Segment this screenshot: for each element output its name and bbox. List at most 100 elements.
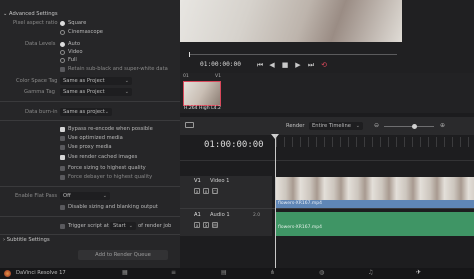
disable-sizing-label: Disable sizing and blanking output <box>68 204 158 210</box>
clip-thumbnail[interactable] <box>183 81 221 106</box>
clip-number: 01 <box>183 74 189 79</box>
timeline-ruler[interactable] <box>276 137 474 147</box>
render-label: Render <box>286 123 305 129</box>
color-space-tag-label: Color Space Tag <box>16 78 58 84</box>
zoom-out-icon[interactable]: ⊖ <box>374 123 379 129</box>
cinemascope-option-label: Cinemascope <box>68 29 103 35</box>
track-lock-button[interactable]: o <box>203 188 209 194</box>
force-sizing-checkbox[interactable] <box>60 166 65 171</box>
zoom-slider-handle[interactable] <box>412 124 417 129</box>
force-debayer-checkbox[interactable] <box>60 175 65 180</box>
clip-codec-label: H.264 High L4.2 <box>184 106 221 111</box>
play-icon[interactable]: ▶ <box>294 62 302 69</box>
app-name: DaVinci Resolve 17 <box>16 270 66 276</box>
video-radio[interactable] <box>60 50 65 55</box>
force-debayer-label: Force debayer to highest quality <box>68 174 153 180</box>
audio-clip-name: flowers-XR167.mp4 <box>278 225 322 230</box>
timeline-view-icon[interactable] <box>185 122 194 128</box>
solo-button[interactable]: S <box>203 222 209 228</box>
divider <box>0 234 180 235</box>
viewer-frame-image <box>180 0 402 42</box>
playhead-line[interactable] <box>275 134 276 268</box>
video-clip-name: flowers-XR167.mp4 <box>278 201 322 206</box>
chevron-down-icon: ⌄ <box>124 89 129 95</box>
data-levels-label: Data Levels <box>25 41 56 47</box>
data-burn-in-label: Data burn-in <box>25 109 58 115</box>
advanced-settings-header[interactable]: ⌄ Advanced Settings <box>3 11 58 17</box>
gamma-tag-label: Gamma Tag <box>24 89 55 95</box>
cut-page-icon[interactable]: ≡ <box>171 270 176 276</box>
chevron-down-icon: ⌄ <box>128 223 133 229</box>
track-visibility-button[interactable]: □ <box>212 188 218 194</box>
trigger-script-checkbox[interactable] <box>60 224 65 229</box>
zoom-in-icon[interactable]: ⊕ <box>440 123 445 129</box>
use-render-cached-label: Use render cached images <box>68 154 138 160</box>
video-option-label: Video <box>68 49 83 55</box>
video-clip-thumbnails[interactable] <box>276 177 474 200</box>
audio-auto-select-button[interactable]: a <box>194 222 200 228</box>
page-navigation-bar <box>0 268 474 279</box>
zoom-slider[interactable] <box>384 126 434 127</box>
color-space-tag-dropdown[interactable]: Same as Project ⌄ <box>60 77 132 85</box>
chevron-down-icon: ⌄ <box>104 109 109 115</box>
full-radio[interactable] <box>60 58 65 63</box>
retain-checkbox-label: Retain sub-black and super-white data <box>68 66 168 72</box>
fairlight-page-icon[interactable]: ♫ <box>368 270 373 276</box>
auto-track-select-button[interactable]: a <box>194 188 200 194</box>
chevron-down-icon: ⌄ <box>355 123 360 129</box>
timeline-timecode: 01:00:00:00 <box>204 140 264 150</box>
audio-track-name: Audio 1 <box>210 212 230 218</box>
use-proxy-media-checkbox[interactable] <box>60 145 65 150</box>
square-option-label: Square <box>68 20 87 26</box>
divider <box>0 186 180 187</box>
divider <box>0 101 180 102</box>
stop-icon[interactable]: ■ <box>281 62 289 69</box>
bypass-reencode-checkbox[interactable] <box>60 127 65 132</box>
trigger-script-label: Trigger script at <box>68 223 109 229</box>
edit-page-icon[interactable]: ▤ <box>221 270 227 276</box>
audio-clip[interactable] <box>276 212 474 236</box>
subtitle-settings-header[interactable]: › Subtitle Settings <box>3 237 50 243</box>
use-render-cached-checkbox[interactable] <box>60 155 65 160</box>
video-track-name: Video 1 <box>210 178 230 184</box>
mute-button[interactable]: M <box>212 222 218 228</box>
media-page-icon[interactable]: ▦ <box>122 270 128 276</box>
clip-track: V1 <box>215 74 222 79</box>
davinci-logo-icon <box>4 270 11 277</box>
deliver-page-icon[interactable]: ✈ <box>416 270 421 276</box>
chevron-down-icon: ⌄ <box>102 193 107 199</box>
chevron-down-icon: ⌄ <box>124 78 129 84</box>
reverse-icon[interactable]: ◀ <box>268 62 276 69</box>
retain-checkbox[interactable] <box>60 67 65 72</box>
audio-track-level: 2.0 <box>253 213 261 218</box>
enable-flat-pass-dropdown[interactable]: Off ⌄ <box>60 192 110 200</box>
square-radio[interactable] <box>60 21 65 26</box>
divider <box>180 160 474 161</box>
use-optimized-media-label: Use optimized media <box>68 135 123 141</box>
loop-icon[interactable]: ⟲ <box>320 62 328 69</box>
jump-end-icon[interactable]: ⏭ <box>307 62 315 69</box>
fusion-page-icon[interactable]: ⋔ <box>270 270 275 276</box>
disable-sizing-checkbox[interactable] <box>60 205 65 210</box>
full-option-label: Full <box>68 57 77 63</box>
cinemascope-radio[interactable] <box>60 30 65 35</box>
add-to-render-queue-button[interactable]: Add to Render Queue <box>78 250 168 260</box>
scrub-playhead[interactable] <box>189 52 190 57</box>
media-pool-panel <box>180 73 474 113</box>
divider <box>0 120 180 121</box>
gamma-tag-dropdown[interactable]: Same as Project ⌄ <box>60 88 132 96</box>
video-track-id: V1 <box>194 178 201 184</box>
enable-flat-pass-label: Enable Flat Pass <box>15 193 58 199</box>
trigger-script-suffix: of render job <box>138 223 172 229</box>
color-page-icon[interactable]: ◍ <box>319 270 324 276</box>
auto-option-label: Auto <box>68 41 81 47</box>
use-optimized-media-checkbox[interactable] <box>60 136 65 141</box>
viewer-timecode: 01:00:00:00 <box>200 61 241 68</box>
viewer-scrub-bar[interactable] <box>189 54 397 55</box>
auto-radio[interactable] <box>60 42 65 47</box>
trigger-script-dropdown[interactable]: Start ⌄ <box>110 222 136 230</box>
force-sizing-label: Force sizing to highest quality <box>68 165 146 171</box>
jump-start-icon[interactable]: ⏮ <box>256 62 264 69</box>
render-range-dropdown[interactable]: Entire Timeline ⌄ <box>309 122 363 130</box>
data-burn-in-dropdown[interactable]: Same as project ⌄ <box>60 108 112 116</box>
